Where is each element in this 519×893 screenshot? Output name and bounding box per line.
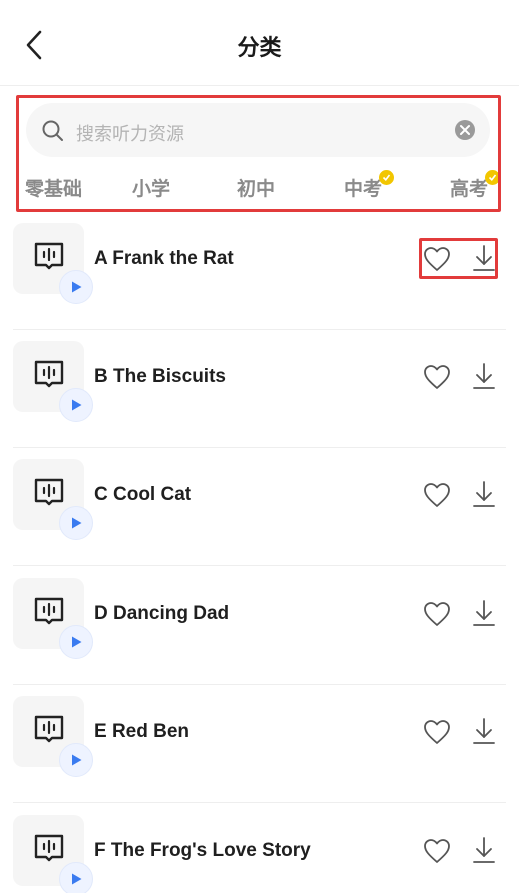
audio-book-thumbnail bbox=[13, 223, 93, 304]
download-icon[interactable] bbox=[472, 362, 496, 390]
play-icon[interactable] bbox=[59, 270, 93, 304]
play-icon[interactable] bbox=[59, 625, 93, 659]
category-tabs: 零基础 小学 初中 中考 高考 bbox=[19, 168, 498, 204]
tab-label: 初中 bbox=[237, 179, 276, 200]
heart-icon[interactable] bbox=[423, 364, 451, 390]
page-title: 分类 bbox=[237, 35, 282, 60]
tab-zhongkao[interactable]: 中考 bbox=[344, 170, 395, 201]
download-icon[interactable] bbox=[472, 599, 496, 627]
audio-book-icon bbox=[34, 715, 64, 743]
list-item[interactable]: D Dancing Dad bbox=[0, 567, 519, 685]
audio-book-icon bbox=[34, 478, 64, 506]
header-bar: 分类 bbox=[0, 0, 519, 86]
divider bbox=[13, 802, 506, 803]
search-placeholder: 搜索听力资源 bbox=[76, 124, 184, 144]
heart-icon[interactable] bbox=[423, 482, 451, 508]
download-icon[interactable] bbox=[472, 480, 496, 508]
item-title: C Cool Cat bbox=[94, 484, 192, 505]
list-item[interactable]: C Cool Cat bbox=[0, 448, 519, 566]
play-icon[interactable] bbox=[59, 862, 93, 893]
tab-label: 零基础 bbox=[25, 179, 83, 200]
heart-icon[interactable] bbox=[423, 719, 451, 745]
heart-icon[interactable] bbox=[423, 838, 451, 864]
item-title: B The Biscuits bbox=[94, 366, 226, 387]
download-icon[interactable] bbox=[472, 717, 496, 745]
tab-label: 小学 bbox=[132, 179, 171, 200]
tab-label: 中考 bbox=[344, 179, 383, 200]
search-input[interactable]: 搜索听力资源 bbox=[26, 103, 490, 157]
audio-book-icon bbox=[34, 242, 64, 270]
play-icon[interactable] bbox=[59, 388, 93, 422]
list-item[interactable]: B The Biscuits bbox=[0, 330, 519, 448]
audio-book-icon bbox=[34, 597, 64, 625]
divider bbox=[13, 565, 506, 566]
item-title: A Frank the Rat bbox=[94, 248, 234, 269]
tab-junior-high[interactable]: 初中 bbox=[237, 174, 275, 201]
heart-icon[interactable] bbox=[423, 601, 451, 627]
tab-zero-basics[interactable]: 零基础 bbox=[25, 174, 82, 201]
audio-book-thumbnail bbox=[13, 578, 93, 659]
play-icon[interactable] bbox=[59, 506, 93, 540]
list-item[interactable]: A Frank the Rat bbox=[0, 212, 519, 330]
tab-gaokao[interactable]: 高考 bbox=[450, 170, 498, 201]
list-item[interactable]: E Red Ben bbox=[0, 685, 519, 803]
audio-book-thumbnail bbox=[13, 815, 93, 893]
check-badge-icon bbox=[485, 170, 498, 185]
filter-panel: 搜索听力资源 零基础 小学 初中 中考 高考 bbox=[16, 95, 501, 212]
audio-book-thumbnail bbox=[13, 341, 93, 422]
tab-primary-school[interactable]: 小学 bbox=[132, 174, 170, 201]
item-title: F The Frog's Love Story bbox=[94, 840, 311, 861]
list-item[interactable]: F The Frog's Love Story bbox=[0, 804, 519, 893]
check-badge-icon bbox=[379, 170, 395, 185]
audio-book-thumbnail bbox=[13, 459, 93, 540]
item-title: E Red Ben bbox=[94, 721, 190, 742]
audio-book-icon bbox=[34, 360, 64, 388]
search-icon bbox=[42, 120, 63, 141]
item-title: D Dancing Dad bbox=[94, 603, 230, 624]
play-icon[interactable] bbox=[59, 743, 93, 777]
clear-icon[interactable] bbox=[454, 119, 476, 141]
tab-label: 高考 bbox=[450, 179, 489, 200]
download-icon[interactable] bbox=[472, 836, 496, 864]
actions-highlight-frame bbox=[419, 238, 498, 279]
audio-book-thumbnail bbox=[13, 696, 93, 777]
audio-book-icon bbox=[34, 834, 64, 862]
